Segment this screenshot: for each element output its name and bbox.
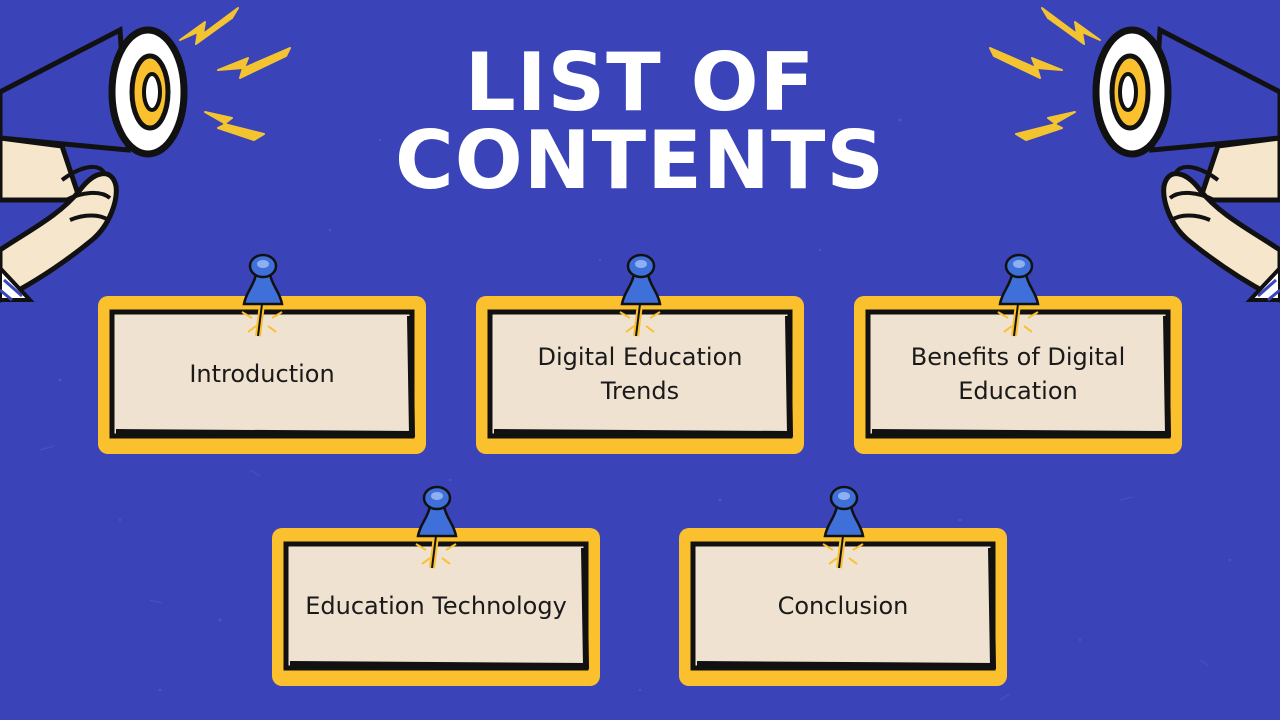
card-label: Introduction [189, 360, 335, 388]
contents-card-introduction[interactable]: Introduction [94, 253, 430, 458]
card-label: Digital Education Trends [537, 343, 743, 405]
contents-card-digital-education-trends[interactable]: Digital Education Trends [472, 253, 808, 458]
title-line-2: CONTENTS [394, 114, 886, 207]
page-title: LIST OF CONTENTS [340, 36, 940, 207]
card-label: Conclusion [777, 592, 909, 620]
card-label: Education Technology [305, 592, 567, 620]
title-line-1: LIST OF [464, 36, 816, 129]
contents-card-conclusion[interactable]: Conclusion [675, 485, 1011, 690]
contents-card-education-technology[interactable]: Education Technology [268, 485, 604, 690]
lightning-bolt-icon [989, 7, 1101, 141]
lightning-bolt-icon [179, 7, 291, 141]
card-label: Benefits of Digital Education [910, 343, 1126, 405]
contents-card-benefits-of-digital-education[interactable]: Benefits of Digital Education [850, 253, 1186, 458]
